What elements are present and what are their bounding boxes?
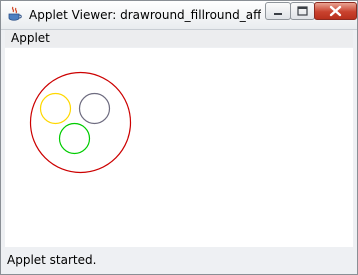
outer-circle bbox=[29, 71, 132, 174]
status-text: Applet started. bbox=[7, 253, 97, 267]
yellow-circle bbox=[39, 92, 72, 125]
minimize-button[interactable] bbox=[265, 2, 291, 20]
maximize-button[interactable] bbox=[290, 2, 315, 20]
applet-canvas bbox=[5, 48, 353, 247]
maximize-icon bbox=[297, 6, 308, 16]
minimize-icon bbox=[274, 13, 282, 15]
close-button[interactable] bbox=[314, 2, 357, 20]
applet-menu[interactable]: Applet bbox=[11, 31, 50, 45]
applet-viewer-window: Applet Viewer: drawround_fillround_affli… bbox=[0, 0, 358, 275]
close-icon bbox=[329, 5, 342, 17]
status-bar: Applet started. bbox=[5, 249, 353, 270]
java-coffee-cup-icon bbox=[8, 6, 22, 21]
applet-menu-bar: Applet bbox=[5, 30, 353, 47]
drawing-surface bbox=[29, 71, 132, 174]
window-title: Applet Viewer: drawround_fillround_affli… bbox=[29, 8, 261, 22]
title-bar[interactable]: Applet Viewer: drawround_fillround_affli… bbox=[1, 1, 357, 30]
gray-circle bbox=[78, 92, 111, 125]
green-circle bbox=[58, 122, 91, 155]
